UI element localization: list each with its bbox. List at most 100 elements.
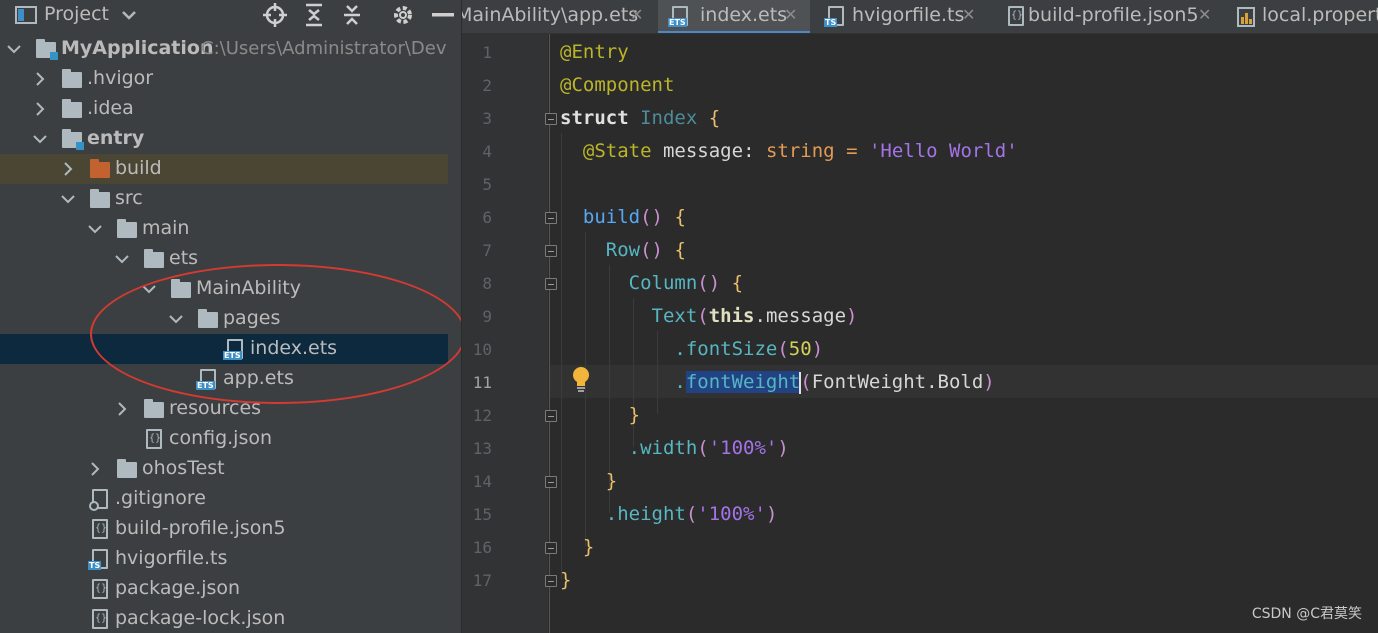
chevron-down-icon[interactable] bbox=[120, 4, 138, 26]
code-token: Row bbox=[605, 239, 641, 261]
folder-icon bbox=[196, 308, 220, 330]
code-token: .width bbox=[628, 437, 698, 459]
line-number: 17 bbox=[472, 571, 492, 590]
close-icon[interactable]: ✕ bbox=[630, 5, 643, 24]
code-line-14: } bbox=[605, 470, 618, 492]
fold-marker-icon[interactable] bbox=[545, 410, 557, 422]
line-number: 7 bbox=[482, 241, 492, 260]
close-icon[interactable]: ✕ bbox=[962, 5, 975, 24]
tree-row-package-json[interactable]: {} package.json bbox=[0, 574, 461, 604]
properties-file-icon bbox=[1236, 6, 1256, 28]
code-line-2: @Component bbox=[560, 69, 674, 102]
project-path: C:\Users\Administrator\DevEco bbox=[201, 38, 461, 59]
tree-row-package-lock[interactable]: {} package-lock.json bbox=[0, 604, 461, 633]
code-line-9: Text(this.message) bbox=[651, 305, 858, 327]
line-number: 13 bbox=[472, 439, 492, 458]
code-line-17: } bbox=[560, 569, 572, 591]
json-file-icon: {} bbox=[88, 518, 112, 540]
chevron-down-icon[interactable] bbox=[141, 279, 157, 299]
tree-row-ohostest[interactable]: ohosTest bbox=[0, 454, 461, 484]
code-line-11: .fontWeight(FontWeight.Bold) bbox=[674, 371, 995, 394]
tree-row-hvigor[interactable]: .hvigor bbox=[0, 64, 461, 94]
tree-label: .hvigor bbox=[87, 67, 154, 89]
folder-icon bbox=[60, 68, 84, 90]
tree-row-config-json[interactable]: {} config.json bbox=[0, 424, 461, 454]
code-line-3: struct Index { bbox=[560, 107, 721, 129]
tree-row-index-ets[interactable]: ETS index.ets bbox=[0, 334, 461, 364]
tab-app-ets[interactable]: MainAbility\app.ets ✕ bbox=[462, 0, 656, 33]
tree-row-main[interactable]: main bbox=[0, 214, 461, 244]
chevron-down-icon[interactable] bbox=[114, 249, 130, 269]
chevron-right-icon[interactable] bbox=[87, 459, 103, 479]
folder-icon bbox=[88, 188, 112, 210]
expand-all-icon[interactable] bbox=[302, 3, 326, 27]
tab-label: index.ets bbox=[700, 4, 788, 26]
code-token: string bbox=[765, 140, 835, 162]
chevron-down-icon[interactable] bbox=[168, 309, 184, 329]
code-line-15: .height('100%') bbox=[605, 503, 778, 525]
tree-row-mainability[interactable]: MainAbility bbox=[0, 274, 461, 304]
fold-marker-icon[interactable] bbox=[545, 212, 557, 224]
code-line-7: Row() { bbox=[605, 239, 686, 261]
code-token: FontWeight.Bold bbox=[811, 371, 984, 393]
chevron-down-icon[interactable] bbox=[6, 39, 22, 59]
locate-crosshair-icon[interactable] bbox=[262, 3, 288, 27]
chevron-right-icon[interactable] bbox=[32, 69, 48, 89]
tree-row-idea[interactable]: .idea bbox=[0, 94, 461, 124]
fold-marker-icon[interactable] bbox=[545, 542, 557, 554]
folder-icon bbox=[60, 98, 84, 120]
tree-row-entry[interactable]: entry bbox=[0, 124, 461, 154]
tree-label: ets bbox=[169, 247, 199, 269]
tab-label: build-profile.json5 bbox=[1028, 4, 1199, 26]
hide-panel-icon[interactable] bbox=[430, 4, 456, 26]
fold-marker-icon[interactable] bbox=[545, 245, 557, 257]
tab-hvigorfile[interactable]: TS hvigorfile.ts ✕ bbox=[814, 0, 990, 33]
folder-icon bbox=[169, 278, 193, 300]
chevron-down-icon[interactable] bbox=[87, 219, 103, 239]
tab-index-ets[interactable]: ETS index.ets ✕ bbox=[658, 0, 810, 33]
gear-icon[interactable] bbox=[390, 4, 416, 26]
tree-row-ets[interactable]: ets bbox=[0, 244, 461, 274]
chevron-down-icon[interactable] bbox=[60, 189, 76, 209]
chevron-right-icon[interactable] bbox=[60, 159, 76, 179]
tree-row-resources[interactable]: resources bbox=[0, 394, 461, 424]
lightbulb-intention-icon[interactable] bbox=[570, 365, 592, 393]
tree-row-src[interactable]: src bbox=[0, 184, 461, 214]
project-view-icon[interactable] bbox=[14, 4, 38, 26]
fold-marker-icon[interactable] bbox=[545, 113, 557, 125]
tree-label: hvigorfile.ts bbox=[115, 547, 228, 569]
tab-build-profile[interactable]: {} build-profile.json5 ✕ bbox=[996, 0, 1226, 33]
tree-row-build-profile[interactable]: {} build-profile.json5 bbox=[0, 514, 461, 544]
ets-file-icon: ETS bbox=[196, 368, 220, 390]
chevron-right-icon[interactable] bbox=[32, 99, 48, 119]
json-file-icon: {} bbox=[88, 578, 112, 600]
scrollbar-track[interactable] bbox=[448, 30, 461, 633]
close-icon[interactable]: ✕ bbox=[784, 5, 797, 24]
chevron-down-icon[interactable] bbox=[32, 129, 48, 149]
close-icon[interactable]: ✕ bbox=[1198, 5, 1211, 24]
project-title[interactable]: Project bbox=[44, 3, 109, 25]
json-file-icon: {} bbox=[1006, 6, 1026, 28]
fold-marker-icon[interactable] bbox=[545, 476, 557, 488]
code-token: build bbox=[582, 206, 641, 228]
selected-token: fontWeight bbox=[685, 371, 801, 393]
code-editor[interactable]: 1 2 3 4 5 6 7 8 9 10 11 12 13 14 15 16 1… bbox=[462, 34, 1378, 633]
folder-icon bbox=[115, 218, 139, 240]
tree-row-hvigorfile[interactable]: TS hvigorfile.ts bbox=[0, 544, 461, 574]
tree-row-gitignore[interactable]: .gitignore bbox=[0, 484, 461, 514]
collapse-all-icon[interactable] bbox=[340, 4, 364, 26]
module-folder-icon bbox=[60, 128, 84, 150]
fold-marker-icon[interactable] bbox=[545, 575, 557, 587]
tree-label: build bbox=[115, 157, 162, 179]
tree-row-build[interactable]: build bbox=[0, 154, 461, 184]
code-line-10: .fontSize(50) bbox=[674, 338, 824, 360]
chevron-right-icon[interactable] bbox=[114, 399, 130, 419]
tree-row-myapplication[interactable]: MyApplication C:\Users\Administrator\Dev… bbox=[0, 34, 461, 64]
fold-marker-icon[interactable] bbox=[545, 278, 557, 290]
tree-row-pages[interactable]: pages bbox=[0, 304, 461, 334]
editor-tab-bar: MainAbility\app.ets ✕ ETS index.ets ✕ TS… bbox=[462, 0, 1378, 34]
tab-local-properties[interactable]: local.properties bbox=[1232, 0, 1378, 33]
code-token: 'Hello World' bbox=[868, 140, 1018, 162]
tree-row-app-ets[interactable]: ETS app.ets bbox=[0, 364, 461, 394]
code-token: Index bbox=[640, 107, 698, 129]
